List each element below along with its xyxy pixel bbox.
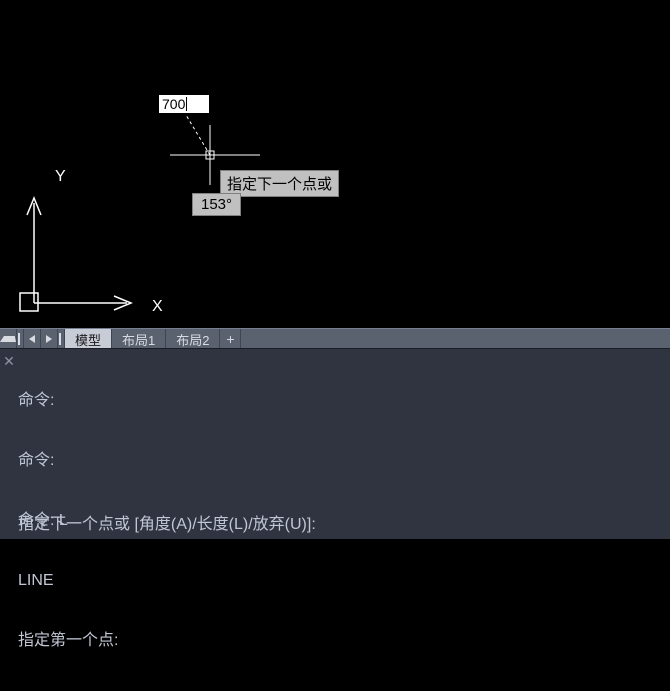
dynamic-length-input[interactable]: 700 — [158, 94, 210, 114]
dynamic-angle-display: 153° — [192, 193, 241, 216]
tab-layout1[interactable]: 布局1 — [112, 329, 166, 349]
tab-last-button[interactable] — [58, 329, 65, 349]
command-close-button[interactable]: ✕ — [2, 353, 16, 370]
chevron-left-icon — [29, 335, 35, 343]
drawing-viewport[interactable]: Y X 700 指定下一个点或 153° — [0, 0, 670, 328]
text-cursor — [186, 97, 187, 111]
command-history-line: 指定第一个点: — [18, 631, 664, 651]
command-history-line: 命令: — [18, 391, 664, 411]
chevron-right-icon — [46, 335, 52, 343]
tab-next-button[interactable] — [41, 329, 58, 349]
ucs-y-label: Y — [55, 168, 66, 186]
ucs-icon — [14, 168, 164, 318]
tab-first-button[interactable] — [17, 329, 24, 349]
layout-tab-bar: 模型 布局1 布局2 + — [0, 328, 670, 349]
command-panel: ✕ 命令: 命令: 命令: L LINE 指定第一个点: 指定下一个点或 [角度… — [0, 348, 670, 539]
command-input[interactable]: 指定下一个点或 [角度(A)/长度(L)/放弃(U)]: — [18, 515, 664, 535]
command-history-line: LINE — [18, 571, 664, 591]
tab-layout2[interactable]: 布局2 — [166, 329, 220, 349]
tab-label: 布局2 — [176, 330, 209, 349]
ucs-x-label: X — [152, 298, 163, 316]
command-prompt-text: 指定下一个点或 [角度(A)/长度(L)/放弃(U)]: — [18, 516, 316, 533]
plus-icon: + — [226, 331, 234, 347]
chevron-up-icon — [0, 336, 16, 342]
tab-label: 模型 — [75, 330, 101, 349]
tab-prev-button[interactable] — [24, 329, 41, 349]
dynamic-length-value: 700 — [162, 96, 185, 112]
tab-model[interactable]: 模型 — [65, 329, 112, 349]
tab-label: 布局1 — [122, 330, 155, 349]
tab-expand-button[interactable] — [0, 329, 17, 349]
command-history-line: 命令: — [18, 451, 664, 471]
tab-add-button[interactable]: + — [220, 329, 241, 349]
